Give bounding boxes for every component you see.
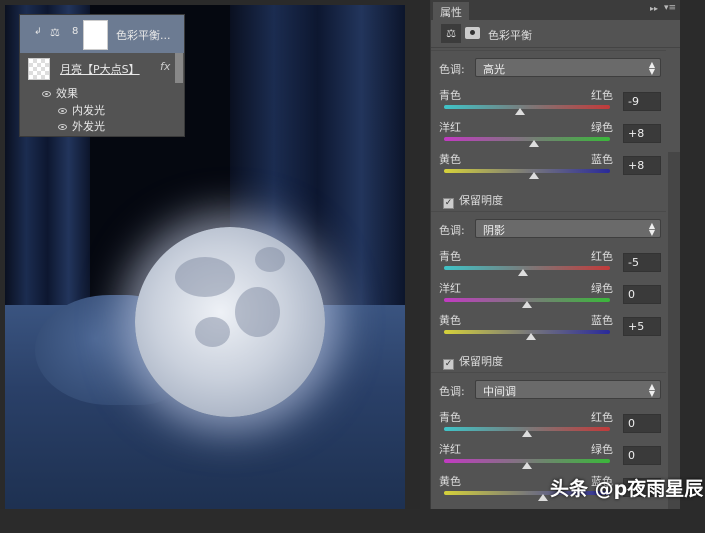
moon: [135, 227, 325, 417]
value-text: -5: [628, 256, 639, 269]
tone-value: 高光: [483, 63, 505, 76]
slider-value-input[interactable]: -9: [623, 92, 661, 111]
preserve-luminosity-checkbox[interactable]: ✓ 保留明度: [443, 353, 503, 370]
panel-menu-icon[interactable]: ▾≡: [664, 3, 676, 13]
slider-thumb[interactable]: [526, 333, 537, 340]
eye-icon[interactable]: [42, 91, 51, 97]
balance-scale-icon[interactable]: ⚖: [441, 24, 461, 43]
smart-object-thumbnail: [28, 58, 50, 80]
value-text: +8: [628, 159, 645, 172]
value-text: 0: [628, 449, 635, 462]
slider-thumb[interactable]: [537, 494, 548, 501]
slider-left-label: 青色: [439, 250, 461, 263]
slider-left-label: 黄色: [439, 153, 461, 166]
slider-left-label: 洋红: [439, 121, 461, 134]
effects-row[interactable]: 效果: [42, 85, 78, 101]
slider-right-label: 红色: [591, 89, 613, 102]
document-canvas: ↲ ⚖ 8 色彩平衡... 月亮【P大点S】 fx 效果 内发光 外发光: [0, 0, 420, 509]
layer-moon[interactable]: 月亮【P大点S】 fx: [20, 53, 184, 83]
watermark: 头条 @p夜雨星辰: [550, 478, 704, 500]
slider-value-input[interactable]: 0: [623, 285, 661, 304]
checkbox-label: 保留明度: [459, 355, 503, 368]
layer-mask-thumbnail[interactable]: [83, 20, 108, 50]
tone-value: 阴影: [483, 224, 505, 237]
slider-right-label: 绿色: [591, 121, 613, 134]
fx-icon[interactable]: fx: [160, 60, 170, 73]
color-slider-track[interactable]: [444, 137, 610, 141]
updown-arrow-icon: ▲ ▼: [648, 382, 655, 398]
slider-thumb[interactable]: [522, 430, 532, 437]
slider-value-input[interactable]: 0: [623, 414, 661, 433]
slider-thumb[interactable]: [514, 108, 525, 115]
tone-label: 色调:: [439, 63, 465, 76]
color-balance-section: 色调: 阴影 ▲ ▼ 青色 红色 -5 洋红 绿色 0 黄色 蓝色 +5 ✓ 保留明度: [431, 211, 666, 372]
tone-dropdown[interactable]: 高光 ▲ ▼: [475, 58, 661, 77]
slider-left-label: 青色: [439, 411, 461, 424]
tone-dropdown[interactable]: 中间调 ▲ ▼: [475, 380, 661, 399]
updown-arrow-icon: ▲ ▼: [648, 221, 655, 237]
properties-panel: 属性 ▸▸ ▾≡ ⚖ 色彩平衡 色调: 高光 ▲ ▼ 青色 红色 -9 洋红 绿色 +8…: [430, 0, 680, 509]
value-text: -9: [628, 95, 639, 108]
slider-thumb[interactable]: [522, 301, 532, 308]
layer-color-balance[interactable]: ↲ ⚖ 8 色彩平衡...: [20, 15, 184, 53]
tone-dropdown[interactable]: 阴影 ▲ ▼: [475, 219, 661, 238]
value-text: +5: [628, 320, 645, 333]
scrollbar[interactable]: [668, 152, 680, 509]
tab-properties[interactable]: 属性: [433, 2, 469, 20]
slider-thumb[interactable]: [522, 462, 532, 469]
effect-row[interactable]: 外发光: [58, 118, 105, 134]
tone-label: 色调:: [439, 385, 465, 398]
color-balance-section: 色调: 高光 ▲ ▼ 青色 红色 -9 洋红 绿色 +8 黄色 蓝色 +8 ✓ 保留明度: [431, 50, 666, 211]
slider-right-label: 蓝色: [591, 153, 613, 166]
layer-name: 月亮【P大点S】: [60, 63, 140, 76]
adjustment-title: 色彩平衡: [488, 29, 532, 42]
slider-thumb[interactable]: [517, 269, 528, 276]
eye-icon[interactable]: [58, 108, 67, 114]
tone-label: 色调:: [439, 224, 465, 237]
checkmark-icon: ✓: [443, 198, 454, 209]
checkmark-icon: ✓: [443, 359, 454, 370]
panel-tab-bar: 属性 ▸▸ ▾≡: [431, 0, 680, 20]
balance-scale-icon: ⚖: [50, 26, 60, 39]
slider-right-label: 绿色: [591, 443, 613, 456]
checkbox-label: 保留明度: [459, 194, 503, 207]
slider-value-input[interactable]: +5: [623, 317, 661, 336]
slider-left-label: 洋红: [439, 282, 461, 295]
effect-label: 外发光: [72, 120, 105, 133]
eye-icon[interactable]: [58, 124, 67, 130]
slider-right-label: 蓝色: [591, 314, 613, 327]
effect-row[interactable]: 内发光: [58, 102, 105, 118]
slider-left-label: 洋红: [439, 443, 461, 456]
slider-value-input[interactable]: -5: [623, 253, 661, 272]
value-text: +8: [628, 127, 645, 140]
slider-value-input[interactable]: +8: [623, 156, 661, 175]
color-slider-track[interactable]: [444, 105, 610, 109]
slider-value-input[interactable]: 0: [623, 446, 661, 465]
slider-right-label: 红色: [591, 411, 613, 424]
slider-left-label: 黄色: [439, 475, 461, 488]
layers-panel-overlay: ↲ ⚖ 8 色彩平衡... 月亮【P大点S】 fx 效果 内发光 外发光: [19, 14, 185, 137]
layer-name: 色彩平衡...: [116, 29, 171, 42]
value-text: 0: [628, 417, 635, 430]
properties-header: ⚖ 色彩平衡: [431, 20, 680, 48]
mask-icon[interactable]: [465, 27, 480, 39]
preserve-luminosity-checkbox[interactable]: ✓ 保留明度: [443, 192, 503, 209]
scrollbar[interactable]: [175, 53, 183, 83]
slider-value-input[interactable]: +8: [623, 124, 661, 143]
slider-left-label: 黄色: [439, 314, 461, 327]
collapse-icon[interactable]: ▸▸: [650, 4, 658, 13]
effects-label: 效果: [56, 87, 78, 100]
slider-thumb[interactable]: [528, 140, 539, 147]
slider-right-label: 绿色: [591, 282, 613, 295]
color-slider-track[interactable]: [444, 169, 610, 173]
effect-label: 内发光: [72, 104, 105, 117]
slider-left-label: 青色: [439, 89, 461, 102]
updown-arrow-icon: ▲ ▼: [648, 60, 655, 76]
tone-value: 中间调: [483, 385, 516, 398]
clip-arrow-icon: ↲: [34, 27, 42, 37]
link-icon: 8: [72, 26, 79, 37]
slider-right-label: 红色: [591, 250, 613, 263]
value-text: 0: [628, 288, 635, 301]
slider-thumb[interactable]: [528, 172, 539, 179]
